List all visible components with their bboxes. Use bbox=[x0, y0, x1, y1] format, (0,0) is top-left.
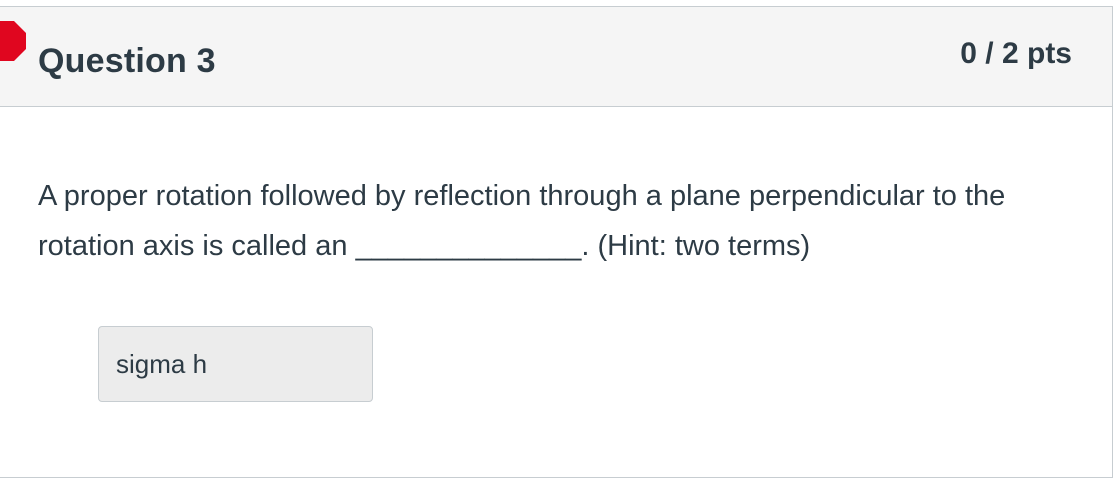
incorrect-marker-icon bbox=[0, 21, 26, 61]
answer-blank: ______________ bbox=[355, 230, 582, 262]
question-header: Question 3 0 / 2 pts bbox=[0, 7, 1112, 107]
question-card: Question 3 0 / 2 pts A proper rotation f… bbox=[0, 6, 1113, 478]
question-text-part2: . (Hint: two terms) bbox=[581, 230, 811, 262]
submitted-answer: sigma h bbox=[98, 326, 373, 402]
question-title: Question 3 bbox=[38, 42, 216, 80]
question-text: A proper rotation followed by reflection… bbox=[38, 171, 1078, 271]
points-score: 0 / 2 pts bbox=[960, 37, 1072, 70]
